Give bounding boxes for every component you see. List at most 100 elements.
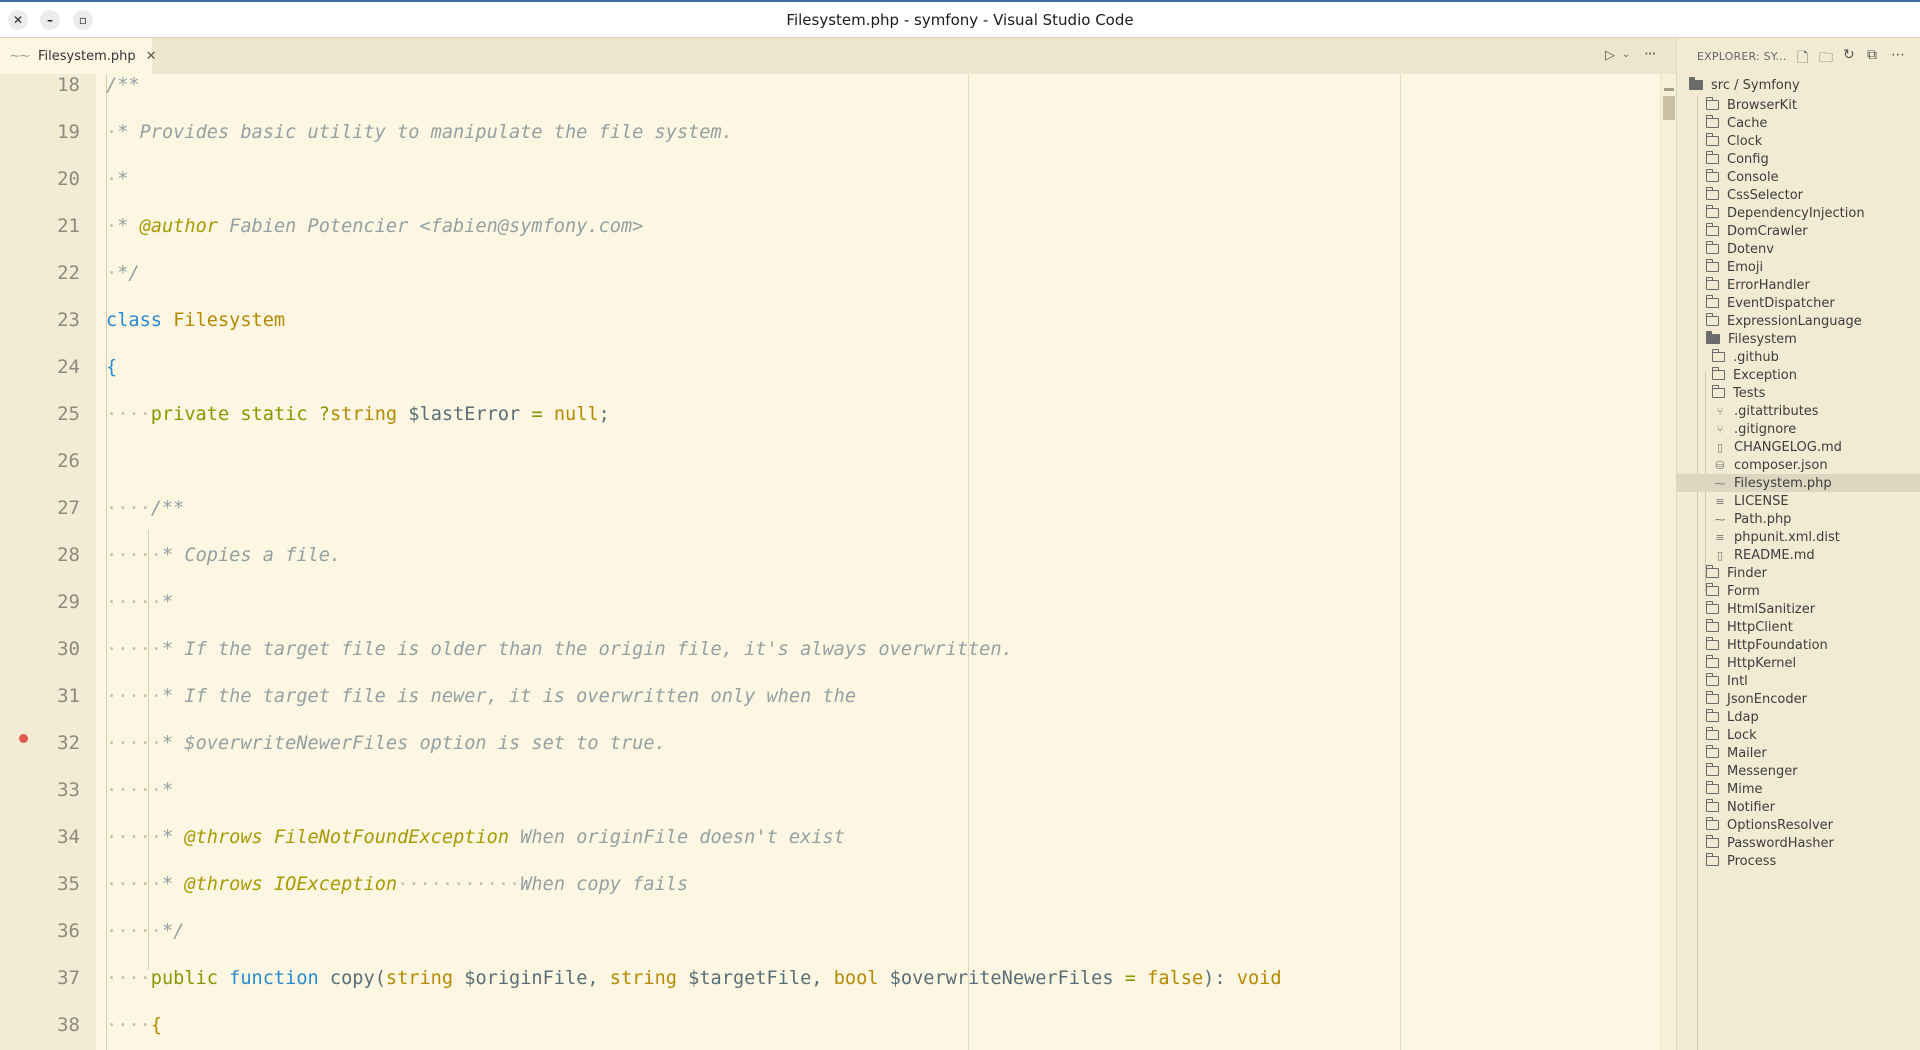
code-token: static: [240, 404, 308, 425]
code-line[interactable]: 28 ·····* Copies a file.: [0, 532, 1660, 579]
tree-item[interactable]: ErrorHandler: [1677, 276, 1920, 294]
tree-item[interactable]: Exception: [1677, 366, 1920, 384]
tree-item[interactable]: .github: [1677, 348, 1920, 366]
tree-item[interactable]: HttpClient: [1677, 618, 1920, 636]
tree-item-label: JsonEncoder: [1727, 691, 1807, 707]
tree-item[interactable]: Filesystem: [1677, 330, 1920, 348]
tree-item[interactable]: Cache: [1677, 114, 1920, 132]
tree-item[interactable]: HtmlSanitizer: [1677, 600, 1920, 618]
refresh-icon[interactable]: ↻: [1843, 47, 1855, 63]
tree-item[interactable]: Console: [1677, 168, 1920, 186]
tree-item[interactable]: Notifier: [1677, 798, 1920, 816]
tree-item[interactable]: ≡ phpunit.xml.dist: [1677, 528, 1920, 546]
tree-item[interactable]: Emoji: [1677, 258, 1920, 276]
scrollbar-marker: [1664, 88, 1674, 91]
code-token: ·····: [106, 874, 162, 895]
tree-item[interactable]: ExpressionLanguage: [1677, 312, 1920, 330]
breakpoint-icon[interactable]: [19, 734, 28, 743]
tree-item[interactable]: ⑂ .gitignore: [1677, 420, 1920, 438]
code-line[interactable]: 25 ····private static ?string $lastError …: [0, 391, 1660, 438]
tree-item[interactable]: ⁓ Filesystem.php: [1677, 474, 1920, 492]
code-line[interactable]: 18 /**: [0, 74, 1660, 109]
close-tab-icon[interactable]: ✕: [146, 49, 157, 64]
folder-icon: [1706, 241, 1719, 254]
tree-item[interactable]: Process: [1677, 852, 1920, 870]
tree-item[interactable]: Intl: [1677, 672, 1920, 690]
code-line[interactable]: 20 ·*: [0, 156, 1660, 203]
code-line[interactable]: 35 ·····* @throws IOException···········W…: [0, 861, 1660, 908]
tree-item[interactable]: ⛁ composer.json: [1677, 456, 1920, 474]
code-line[interactable]: 38 ····{: [0, 1002, 1660, 1049]
code-line[interactable]: 26: [0, 438, 1660, 485]
tree-item[interactable]: ▯ README.md: [1677, 546, 1920, 564]
tree-item[interactable]: JsonEncoder: [1677, 690, 1920, 708]
code-text: ·····*: [106, 579, 173, 626]
code-line[interactable]: 19 ·* Provides basic utility to manipulat…: [0, 109, 1660, 156]
tree-item[interactable]: ▯ CHANGELOG.md: [1677, 438, 1920, 456]
tree-item[interactable]: Tests: [1677, 384, 1920, 402]
tree-item[interactable]: ≡ LICENSE: [1677, 492, 1920, 510]
tree-item[interactable]: EventDispatcher: [1677, 294, 1920, 312]
code-line[interactable]: 36 ·····*/: [0, 908, 1660, 955]
tab-filesystem-php[interactable]: ⁓⁓ Filesystem.php ✕: [0, 38, 157, 74]
code-line[interactable]: 21 ·* @author Fabien Potencier <fabien@sy…: [0, 203, 1660, 250]
chevron-down-icon[interactable]: ⌄: [1622, 49, 1630, 60]
code-line[interactable]: 34 ·····* @throws FileNotFoundException W…: [0, 814, 1660, 861]
tree-item[interactable]: BrowserKit: [1677, 96, 1920, 114]
close-window-icon[interactable]: ✕: [8, 10, 28, 30]
code-line[interactable]: 33 ·····*: [0, 767, 1660, 814]
code-token: public: [150, 968, 218, 989]
code-line[interactable]: 37 ····public function copy(string $origi…: [0, 955, 1660, 1002]
code-token: @author: [139, 216, 218, 237]
folder-icon: [1706, 601, 1719, 614]
code-line[interactable]: 23 class Filesystem: [0, 297, 1660, 344]
tree-item[interactable]: Form: [1677, 582, 1920, 600]
more-icon[interactable]: ⋯: [1891, 47, 1905, 63]
tree-item[interactable]: HttpKernel: [1677, 654, 1920, 672]
tree-item[interactable]: DependencyInjection: [1677, 204, 1920, 222]
tree-item[interactable]: DomCrawler: [1677, 222, 1920, 240]
code-token: ·····: [106, 639, 162, 660]
more-actions-icon[interactable]: ···: [1644, 45, 1656, 63]
tree-item[interactable]: Mailer: [1677, 744, 1920, 762]
tree-item[interactable]: Clock: [1677, 132, 1920, 150]
tree-item[interactable]: Finder: [1677, 564, 1920, 582]
new-folder-icon[interactable]: 🗀: [1819, 47, 1833, 71]
tree-item[interactable]: Mime: [1677, 780, 1920, 798]
code-line[interactable]: 31 ·····* If the target file is newer, it…: [0, 673, 1660, 720]
minimize-window-icon[interactable]: –: [40, 10, 60, 30]
code-line[interactable]: 24 {: [0, 344, 1660, 391]
editor-scrollbar[interactable]: [1660, 74, 1676, 1050]
tree-item[interactable]: PasswordHasher: [1677, 834, 1920, 852]
code-token: */: [161, 921, 185, 942]
tree-item[interactable]: CssSelector: [1677, 186, 1920, 204]
tree-root-folder[interactable]: src / Symfony: [1677, 74, 1920, 96]
code-line[interactable]: 22 ·*/: [0, 250, 1660, 297]
tree-item[interactable]: ⑂ .gitattributes: [1677, 402, 1920, 420]
folder-icon: [1706, 187, 1719, 200]
tree-item-label: Process: [1727, 853, 1777, 869]
run-icon[interactable]: ▷: [1605, 48, 1615, 63]
tree-item[interactable]: HttpFoundation: [1677, 636, 1920, 654]
code-line[interactable]: 30 ·····* If the target file is older tha…: [0, 626, 1660, 673]
tree-item[interactable]: Config: [1677, 150, 1920, 168]
code-editor[interactable]: 18/** 19 ·* Provides basic utility to mani…: [0, 74, 1660, 1050]
tree-item[interactable]: Messenger: [1677, 762, 1920, 780]
text-file-icon: ≡: [1715, 530, 1725, 544]
json-file-icon: ⛁: [1715, 458, 1725, 472]
code-line[interactable]: 32 ·····* $overwriteNewerFiles option is …: [0, 720, 1660, 767]
code-line[interactable]: 27 ····/**: [0, 485, 1660, 532]
scrollbar-thumb[interactable]: [1663, 96, 1675, 120]
code-line[interactable]: 29 ·····*: [0, 579, 1660, 626]
tree-item[interactable]: ⁓ Path.php: [1677, 510, 1920, 528]
collapse-all-icon[interactable]: ⧉: [1867, 47, 1877, 63]
folder-icon: [1706, 295, 1719, 308]
tree-item-label: ErrorHandler: [1727, 277, 1810, 293]
explorer-title: EXPLORER: SY...: [1697, 50, 1787, 63]
maximize-window-icon[interactable]: ▫: [73, 10, 93, 30]
tree-item[interactable]: Ldap: [1677, 708, 1920, 726]
new-file-icon[interactable]: 🗋: [1797, 47, 1808, 71]
tree-item[interactable]: OptionsResolver: [1677, 816, 1920, 834]
tree-item[interactable]: Lock: [1677, 726, 1920, 744]
tree-item[interactable]: Dotenv: [1677, 240, 1920, 258]
